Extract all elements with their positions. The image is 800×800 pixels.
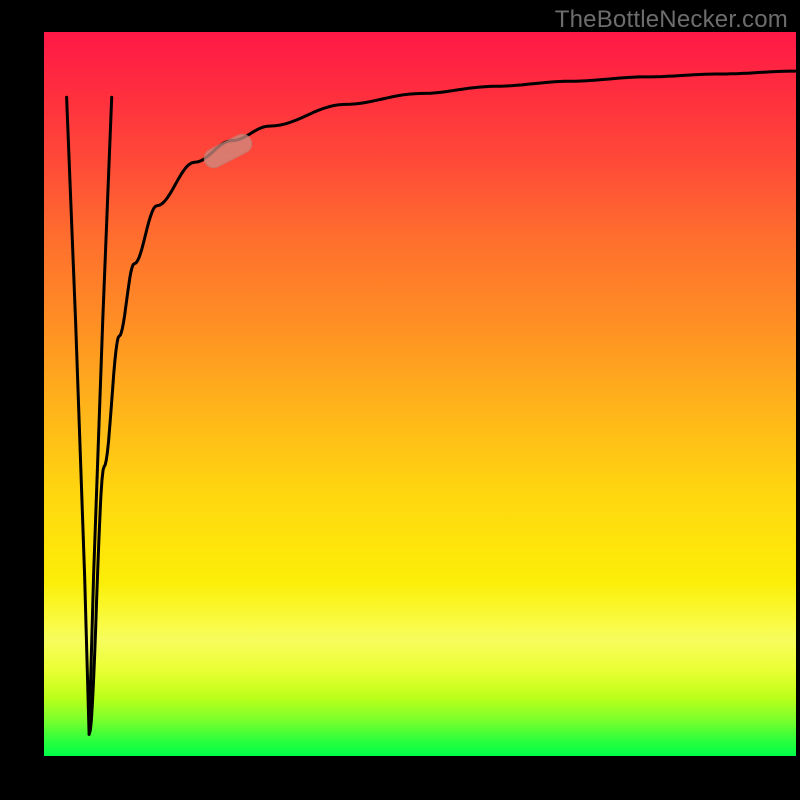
series-spike-down (67, 97, 112, 734)
series-saturating-curve (89, 71, 796, 734)
chart-lines (44, 32, 796, 756)
x-axis (40, 756, 796, 760)
watermark-text: TheBottleNecker.com (555, 6, 788, 34)
